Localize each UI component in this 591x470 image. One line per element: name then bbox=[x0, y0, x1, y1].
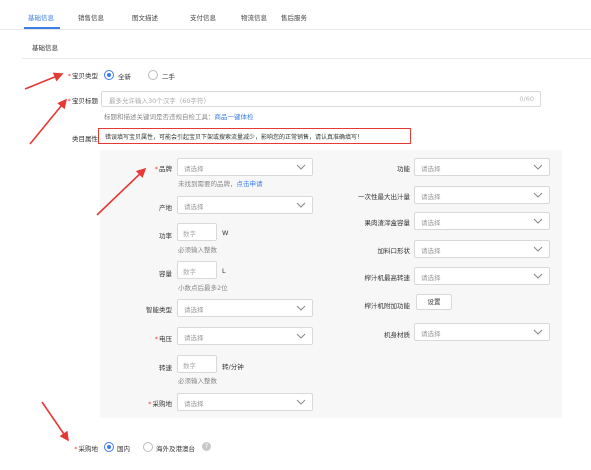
arrow-purchase-location bbox=[41, 401, 69, 442]
arrow-item-type bbox=[24, 72, 64, 90]
annotation-arrows bbox=[24, 72, 147, 442]
arrow-item-title bbox=[29, 98, 68, 145]
arrow-brand bbox=[96, 167, 147, 216]
